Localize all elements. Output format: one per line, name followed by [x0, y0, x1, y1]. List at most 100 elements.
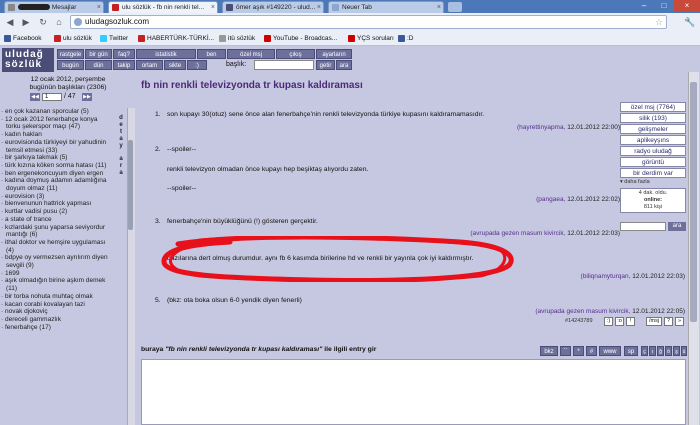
- site-logo[interactable]: uludağ sözlük: [2, 48, 54, 72]
- topic-item[interactable]: · ithal doktor ve hemşire uygulaması (4): [0, 239, 112, 254]
- right-item-derdim[interactable]: bir derdim var: [620, 168, 686, 178]
- ara-label[interactable]: ara: [116, 156, 125, 177]
- page-title[interactable]: fb nin renkli televizyonda tr kupası kal…: [141, 80, 363, 91]
- close-window-icon[interactable]: ×: [674, 0, 700, 12]
- bookmark-d[interactable]: :D: [398, 34, 414, 43]
- entry-textarea[interactable]: [141, 359, 686, 425]
- reload-icon[interactable]: ↻: [36, 16, 50, 29]
- surprised-button[interactable]: :o: [615, 317, 624, 326]
- char-g-button[interactable]: ğ: [657, 346, 664, 356]
- menu-rastgele[interactable]: rastgele: [57, 49, 84, 59]
- menu-bir-gun[interactable]: bir gün: [85, 49, 112, 59]
- topic-item[interactable]: · 12 ocak 2012 fenerbahçe konya torku şe…: [0, 116, 112, 131]
- topic-item[interactable]: · bir torba nohuta muhtaç olmak: [0, 293, 112, 301]
- bookmark-haberturk[interactable]: HABERTÜRK-TÜRKİ...: [138, 34, 214, 43]
- menu-cikis[interactable]: çıkış: [276, 49, 315, 59]
- address-bar[interactable]: uludagsozluk.com ☆: [70, 15, 667, 29]
- exclaim-button[interactable]: !: [626, 317, 635, 326]
- tab-omer-asik[interactable]: ömer aşık #149220 - ulud... ×: [222, 1, 324, 13]
- menu-dun[interactable]: dün: [85, 60, 112, 70]
- page-select[interactable]: 1: [42, 93, 62, 101]
- tab-mesajlar[interactable]: Mesajlar ×: [4, 1, 104, 13]
- char-c-button[interactable]: ç: [641, 346, 648, 356]
- ara-button[interactable]: ara: [336, 60, 352, 70]
- spoiler-button[interactable]: sp: [624, 346, 638, 356]
- char-s-button[interactable]: ş: [673, 346, 680, 356]
- entry-author[interactable]: (hayrettinyapma, 12.01.2012 22:00): [517, 124, 620, 131]
- detay-ara-vertical[interactable]: detay ara: [116, 115, 124, 177]
- bookmark-twitter[interactable]: Twitter: [100, 34, 128, 43]
- detay-label[interactable]: detay: [116, 115, 125, 150]
- topic-item[interactable]: · ben ergenekoncuyum diyen ergen: [0, 170, 112, 178]
- star-icon[interactable]: ☆: [655, 16, 663, 28]
- right-search-button[interactable]: ara: [668, 222, 686, 231]
- topic-item[interactable]: · kacan corabi kovalayan tazi: [0, 301, 112, 309]
- right-item-silik[interactable]: silik (193): [620, 113, 686, 123]
- asterisk-button[interactable]: *: [573, 346, 584, 356]
- topic-item[interactable]: · fenerbahçe (17): [0, 324, 112, 332]
- menu-ben[interactable]: ben: [197, 49, 226, 59]
- maximize-icon[interactable]: □: [654, 0, 674, 12]
- right-item-goruntu[interactable]: görüntü: [620, 157, 686, 167]
- topic-item[interactable]: · aşık olmadığın birine aşkım demek (11): [0, 277, 112, 292]
- author-name[interactable]: (pangaea,: [536, 196, 565, 203]
- daha-fazla-link[interactable]: ▾ daha fazla: [620, 179, 686, 186]
- left-scrollbar-thumb[interactable]: [128, 140, 133, 230]
- close-icon[interactable]: ×: [437, 2, 441, 13]
- topic-item[interactable]: · kurtlar vadisi pusu (2): [0, 208, 112, 216]
- back-icon[interactable]: ◀: [3, 16, 17, 29]
- bookmark-ycs[interactable]: YÇS soruları: [348, 34, 394, 43]
- char-i-button[interactable]: ı: [649, 346, 656, 356]
- minimize-icon[interactable]: –: [634, 0, 654, 12]
- topic-item[interactable]: · eurovisionda türkiyeyi bir yahudinin t…: [0, 139, 112, 154]
- smile-button[interactable]: :): [604, 317, 613, 326]
- close-icon[interactable]: ×: [97, 2, 101, 13]
- bookmark-youtube[interactable]: YouTube - Broadcas...: [264, 34, 337, 43]
- right-item-ozel-msj[interactable]: özel msj (7764): [620, 102, 686, 112]
- topic-item[interactable]: · eurovision (3): [0, 193, 112, 201]
- forward-icon[interactable]: ▶: [19, 16, 33, 29]
- close-icon[interactable]: ×: [317, 2, 321, 13]
- home-icon[interactable]: ⌂: [52, 16, 66, 29]
- right-item-radyo[interactable]: radyo uludağ: [620, 146, 686, 156]
- topic-item[interactable]: · kızlardaki şunu yaparsa seviyordur man…: [0, 224, 112, 239]
- menu-ayarlarin[interactable]: ayarların: [316, 49, 352, 59]
- more-button[interactable]: »: [675, 317, 684, 326]
- entry-id[interactable]: #14243789: [565, 318, 593, 324]
- bookmark-ulu-sozluk[interactable]: ulu sözlük: [54, 34, 92, 43]
- getir-button[interactable]: getir: [316, 60, 335, 70]
- menu-ozel-msj[interactable]: özel msj: [227, 49, 275, 59]
- question-button[interactable]: ?: [664, 317, 673, 326]
- baslik-input[interactable]: [254, 60, 314, 70]
- tab-neuer-tab[interactable]: Neuer Tab ×: [328, 1, 444, 13]
- topic-item[interactable]: · dereceli gammazlık: [0, 316, 112, 324]
- topic-item[interactable]: · en çok kazanan sporcular (5): [0, 108, 112, 116]
- wrench-icon[interactable]: 🔧: [683, 16, 697, 29]
- menu-bugun[interactable]: bugün: [57, 60, 84, 70]
- next-page-icon[interactable]: ▶▶: [82, 93, 92, 101]
- www-button[interactable]: www: [599, 346, 621, 356]
- author-name[interactable]: (biliqnamyturqan,: [581, 273, 631, 280]
- bookmark-itu-sozluk[interactable]: itü sözlük: [219, 34, 255, 43]
- menu-istatistik[interactable]: istatistik: [136, 49, 196, 59]
- hash-button[interactable]: #: [586, 346, 597, 356]
- menu-ortam[interactable]: ortam: [136, 60, 163, 70]
- author-name[interactable]: (avrupada gezen masum kivircik,: [535, 308, 630, 315]
- entry-author[interactable]: (avrupada gezen masum kivircik, 12.01.20…: [535, 308, 685, 315]
- author-name[interactable]: (hayrettinyapma,: [517, 124, 565, 131]
- topic-item[interactable]: · 1699: [0, 270, 112, 278]
- prev-page-icon[interactable]: ◀◀: [30, 93, 40, 101]
- topic-item[interactable]: · kadın haklan: [0, 131, 112, 139]
- menu-takip[interactable]: takip: [113, 60, 135, 70]
- topic-item[interactable]: · bdpye oy vermezsen ayrılırım diyen sev…: [0, 254, 112, 269]
- backtick-button[interactable]: ``: [560, 346, 571, 356]
- menu-smiley[interactable]: :): [187, 60, 207, 70]
- entry-author[interactable]: (biliqnamyturqan, 12.01.2012 22:03): [581, 273, 685, 280]
- bkz-button[interactable]: bkz: [540, 346, 558, 356]
- char-u-button[interactable]: ü: [681, 346, 687, 356]
- topic-item[interactable]: · kadına doymuş adamın adamlığına doyum …: [0, 177, 112, 192]
- topic-item[interactable]: · bienvenunun hattrick yapması: [0, 200, 112, 208]
- right-search-input[interactable]: [620, 222, 666, 231]
- entry-author[interactable]: (pangaea, 12.01.2012 22:02): [536, 196, 620, 203]
- right-item-aplikeysins[interactable]: aplikeyşıns: [620, 135, 686, 145]
